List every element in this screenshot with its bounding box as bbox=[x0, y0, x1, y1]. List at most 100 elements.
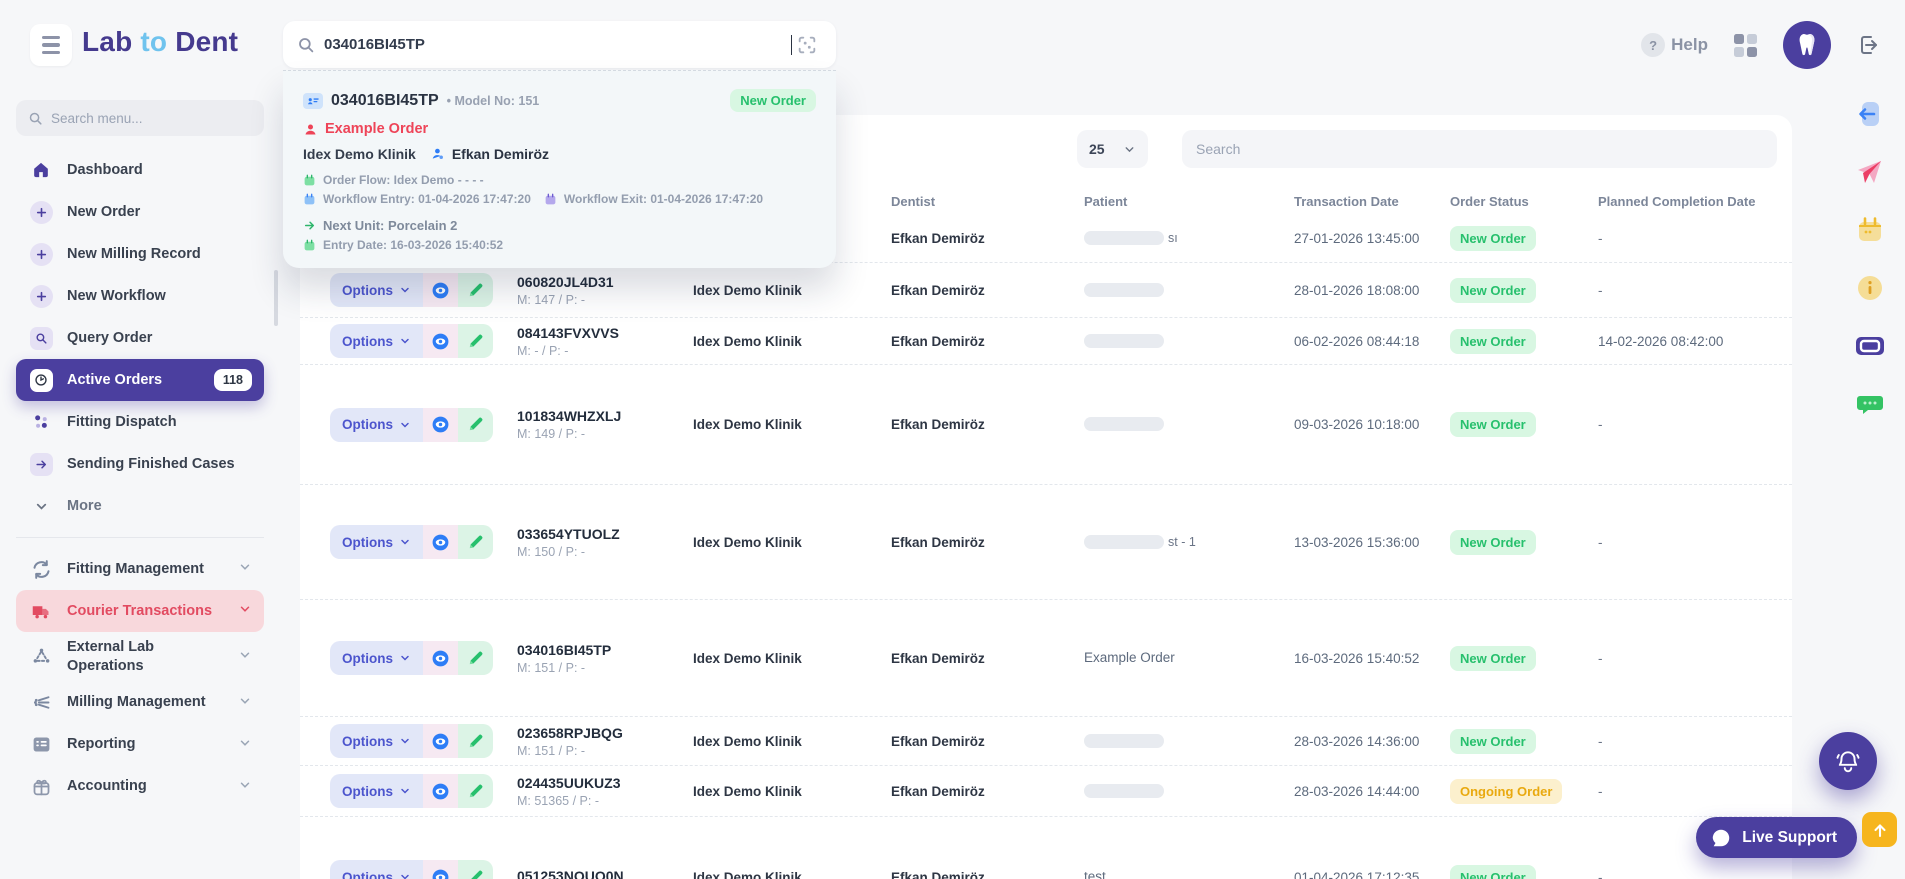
sidebar-item-new-order[interactable]: New Order bbox=[16, 191, 264, 233]
table-row[interactable]: Options 023658RPJBQG M: 151 / P: - Idex … bbox=[300, 717, 1792, 766]
view-button[interactable] bbox=[423, 273, 458, 307]
dentist-icon bbox=[431, 147, 445, 161]
menu-toggle-button[interactable] bbox=[30, 24, 72, 66]
order-meta: M: 151 / P: - bbox=[517, 661, 693, 675]
info-icon[interactable] bbox=[1854, 272, 1886, 304]
search-result-dropdown[interactable]: 034016BI45TP • Model No: 151 New Order E… bbox=[283, 70, 836, 268]
order-number[interactable]: 033654YTUOLZ bbox=[517, 526, 693, 542]
sidebar-item-query-order[interactable]: Query Order bbox=[16, 317, 264, 359]
edit-button[interactable] bbox=[458, 860, 493, 879]
options-button[interactable]: Options bbox=[330, 525, 423, 559]
apps-grid-icon[interactable] bbox=[1734, 34, 1757, 57]
table-row[interactable]: Options 101834WHZXLJ M: 149 / P: - Idex … bbox=[300, 365, 1792, 485]
logout-icon[interactable] bbox=[1857, 33, 1881, 57]
sidebar-search[interactable] bbox=[16, 100, 264, 136]
col-header-planned-completion[interactable]: Planned Completion Date bbox=[1598, 194, 1782, 209]
calendar-rail-icon[interactable] bbox=[1854, 214, 1886, 246]
edit-button[interactable] bbox=[458, 724, 493, 758]
patient-icon bbox=[303, 122, 318, 137]
live-support-button[interactable]: Live Support bbox=[1696, 817, 1857, 858]
col-header-order-status[interactable]: Order Status bbox=[1450, 194, 1598, 209]
global-search-input[interactable] bbox=[324, 36, 793, 53]
order-number[interactable]: 024435UUKUZ3 bbox=[517, 775, 693, 791]
edit-button[interactable] bbox=[458, 408, 493, 442]
view-button[interactable] bbox=[423, 724, 458, 758]
page-size-select[interactable]: 25 bbox=[1077, 130, 1148, 168]
order-status-badge: New Order bbox=[1450, 226, 1536, 251]
options-button[interactable]: Options bbox=[330, 774, 423, 808]
table-row[interactable]: Options 051253NOUO0N Idex Demo Klinik Ef… bbox=[300, 817, 1792, 879]
options-button[interactable]: Options bbox=[330, 324, 423, 358]
table-row[interactable]: Options 024435UUKUZ3 M: 51365 / P: - Ide… bbox=[300, 766, 1792, 817]
table-search[interactable] bbox=[1182, 130, 1777, 168]
col-header-patient[interactable]: Patient bbox=[1084, 194, 1294, 209]
app-logo[interactable]: Lab to Dent bbox=[82, 26, 238, 58]
edit-button[interactable] bbox=[458, 273, 493, 307]
user-avatar[interactable] bbox=[1783, 21, 1831, 69]
sidebar-item-dashboard[interactable]: Dashboard bbox=[16, 149, 264, 191]
edit-button[interactable] bbox=[458, 525, 493, 559]
sidebar-item-fitting-dispatch[interactable]: Fitting Dispatch bbox=[16, 401, 264, 443]
dentist-cell: Efkan Demiröz bbox=[891, 734, 1084, 749]
table-body: Options Efkan Demiröz sı 27-01-2026 13:4… bbox=[300, 215, 1792, 879]
order-number[interactable]: 084143FVXVVS bbox=[517, 325, 693, 341]
sidebar-group-fitting-management[interactable]: Fitting Management bbox=[16, 548, 264, 590]
eye-icon bbox=[431, 533, 450, 552]
sidebar-group-milling-management[interactable]: Milling Management bbox=[16, 682, 264, 724]
edit-button[interactable] bbox=[458, 641, 493, 675]
col-header-dentist[interactable]: Dentist bbox=[891, 194, 1084, 209]
scroll-top-button[interactable] bbox=[1862, 812, 1897, 847]
sidebar-item-new-workflow[interactable]: New Workflow bbox=[16, 275, 264, 317]
sidebar-item-sending-finished-cases[interactable]: Sending Finished Cases bbox=[16, 443, 264, 485]
order-number[interactable]: 023658RPJBQG bbox=[517, 725, 693, 741]
sidebar-item-more[interactable]: More bbox=[16, 485, 264, 527]
order-number[interactable]: 060820JL4D31 bbox=[517, 274, 693, 290]
send-plane-icon[interactable] bbox=[1854, 156, 1886, 188]
pencil-icon bbox=[467, 416, 484, 433]
dentist-cell: Efkan Demiröz bbox=[891, 417, 1084, 432]
table-row[interactable]: Options 084143FVXVVS M: - / P: - Idex De… bbox=[300, 318, 1792, 365]
options-button[interactable]: Options bbox=[330, 724, 423, 758]
sidebar-item-new-milling-record[interactable]: New Milling Record bbox=[16, 233, 264, 275]
view-button[interactable] bbox=[423, 408, 458, 442]
sidebar-group-reporting[interactable]: Reporting bbox=[16, 724, 264, 766]
table-row[interactable]: Options 034016BI45TP M: 151 / P: - Idex … bbox=[300, 600, 1792, 717]
sidebar-group-accounting[interactable]: Accounting bbox=[16, 766, 264, 808]
view-button[interactable] bbox=[423, 641, 458, 675]
order-number[interactable]: 051253NOUO0N bbox=[517, 868, 693, 879]
notifications-button[interactable] bbox=[1819, 732, 1877, 790]
collapse-back-icon[interactable] bbox=[1854, 98, 1886, 130]
transaction-date-cell: 06-02-2026 08:44:18 bbox=[1294, 334, 1450, 349]
chevron-down-icon bbox=[399, 735, 411, 747]
options-button[interactable]: Options bbox=[330, 273, 423, 307]
sidebar-scrollbar[interactable] bbox=[274, 270, 278, 326]
table-search-input[interactable] bbox=[1196, 141, 1763, 157]
view-button[interactable] bbox=[423, 324, 458, 358]
edit-button[interactable] bbox=[458, 324, 493, 358]
ticket-icon[interactable] bbox=[1854, 330, 1886, 362]
view-button[interactable] bbox=[423, 525, 458, 559]
options-button[interactable]: Options bbox=[330, 860, 423, 879]
view-button[interactable] bbox=[423, 774, 458, 808]
sidebar-group-external-lab-operations[interactable]: External Lab Operations bbox=[16, 632, 264, 682]
order-meta: M: - / P: - bbox=[517, 344, 693, 358]
edit-button[interactable] bbox=[458, 774, 493, 808]
sidebar-item-active-orders[interactable]: Active Orders118 bbox=[16, 359, 264, 401]
chevron-down-icon bbox=[399, 284, 411, 296]
sidebar-group-courier-transactions[interactable]: Courier Transactions bbox=[16, 590, 264, 632]
sidebar-search-input[interactable] bbox=[51, 111, 252, 126]
order-number[interactable]: 034016BI45TP bbox=[517, 642, 693, 658]
view-button[interactable] bbox=[423, 860, 458, 879]
table-row[interactable]: Options 033654YTUOLZ M: 150 / P: - Idex … bbox=[300, 485, 1792, 600]
table-row[interactable]: Options 060820JL4D31 M: 147 / P: - Idex … bbox=[300, 263, 1792, 318]
options-button[interactable]: Options bbox=[330, 408, 423, 442]
col-header-transaction-date[interactable]: Transaction Date bbox=[1294, 194, 1450, 209]
chat-icon[interactable] bbox=[1854, 388, 1886, 420]
global-search-bar[interactable] bbox=[283, 21, 836, 68]
options-button[interactable]: Options bbox=[330, 641, 423, 675]
help-button[interactable]: ? Help bbox=[1641, 33, 1708, 57]
qr-scan-icon[interactable] bbox=[792, 30, 822, 60]
order-number[interactable]: 101834WHZXLJ bbox=[517, 408, 693, 424]
sidebar-group-label: Milling Management bbox=[67, 693, 225, 712]
patient-cell: st - 1 bbox=[1084, 533, 1294, 551]
